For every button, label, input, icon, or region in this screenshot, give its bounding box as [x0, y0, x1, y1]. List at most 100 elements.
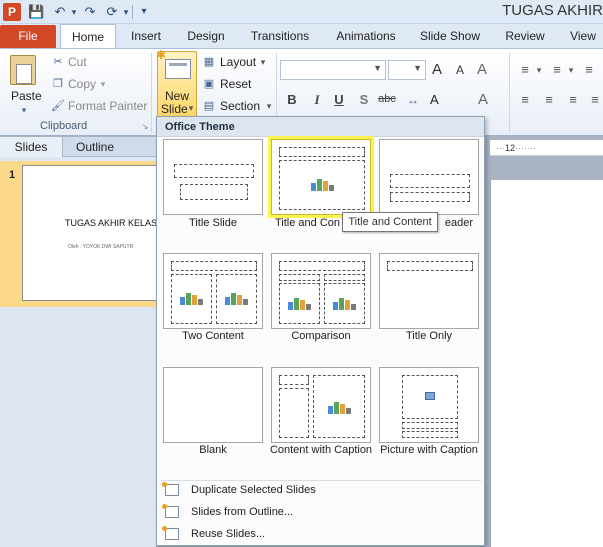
caption-placeholder: [279, 388, 309, 438]
duplicate-slides-label: Duplicate Selected Slides: [191, 484, 316, 496]
customize-quick-access-icon[interactable]: ▾: [136, 4, 152, 20]
caption-placeholder: [402, 431, 458, 438]
italic-button[interactable]: I: [308, 92, 326, 108]
shrink-font-button[interactable]: A: [456, 63, 464, 77]
numbering-icon[interactable]: ≡: [550, 63, 564, 77]
content-placeholder: [279, 160, 365, 210]
numbering-dropdown-icon[interactable]: ▾: [564, 63, 578, 77]
slide-editing-canvas[interactable]: [490, 180, 603, 547]
layout-title-only-label: Title Only: [405, 330, 453, 342]
slides-from-outline-menu-item[interactable]: Slides from Outline...: [157, 501, 484, 523]
paste-button[interactable]: Paste: [11, 89, 42, 103]
align-left-icon[interactable]: ≡: [518, 93, 532, 107]
strikethrough-button[interactable]: abc: [376, 93, 398, 105]
format-painter-button[interactable]: Format Painter: [68, 99, 147, 113]
slide-thumbnail[interactable]: TUGAS AKHIR KELAS Oleh : YOYOK DWI SAPUT…: [22, 165, 157, 301]
layout-button[interactable]: Layout: [220, 55, 256, 69]
tab-animations[interactable]: Animations: [331, 24, 401, 48]
grow-font-button[interactable]: A: [432, 61, 442, 78]
section-dropdown-icon[interactable]: ▾: [262, 99, 276, 113]
tab-slide-show[interactable]: Slide Show: [415, 24, 485, 48]
cut-icon: ✂: [53, 56, 63, 68]
tab-outline[interactable]: Outline: [64, 137, 126, 157]
tab-home[interactable]: Home: [60, 24, 116, 48]
tab-design[interactable]: Design: [180, 24, 232, 48]
undo-dropdown-icon[interactable]: ▾: [66, 4, 82, 20]
picture-icon: [425, 392, 435, 400]
ribbon-tabs: File Home Insert Design Transitions Anim…: [0, 24, 603, 48]
layout-dropdown-icon[interactable]: ▾: [256, 55, 270, 69]
underline-button[interactable]: U: [330, 92, 348, 107]
clear-formatting-button[interactable]: A: [477, 61, 487, 78]
layout-comparison[interactable]: [271, 253, 371, 329]
thumbnail-subtitle: Oleh : YOYOK DWI SAPUTR: [68, 244, 134, 250]
font-size-dropdown-icon[interactable]: ▼: [413, 63, 422, 73]
layout-title-slide[interactable]: [163, 139, 263, 215]
subtitle-placeholder: [180, 184, 248, 200]
section-button[interactable]: Section: [220, 99, 260, 113]
reuse-slides-icon: [162, 526, 179, 540]
layout-blank[interactable]: [163, 367, 263, 443]
reset-button[interactable]: Reset: [220, 77, 251, 91]
powerpoint-logo-icon[interactable]: P: [3, 3, 21, 21]
bullets-icon[interactable]: ≡: [518, 63, 532, 77]
shadow-button[interactable]: S: [355, 92, 373, 107]
new-slide-dropdown-icon[interactable]: ▾: [184, 101, 198, 115]
save-icon[interactable]: 💾: [28, 4, 44, 20]
bold-button[interactable]: B: [283, 92, 301, 107]
tab-slides[interactable]: Slides: [0, 137, 63, 157]
title-placeholder: [387, 261, 473, 271]
text-placeholder: [390, 192, 470, 202]
layout-content-with-caption[interactable]: [271, 367, 371, 443]
paste-icon[interactable]: [10, 55, 36, 85]
decrease-indent-icon[interactable]: ≡: [582, 63, 596, 77]
tab-review[interactable]: Review: [500, 24, 550, 48]
reset-icon: ▣: [203, 78, 215, 90]
font-size-input[interactable]: ▼: [388, 60, 426, 80]
clipboard-group-label: Clipboard: [40, 120, 88, 132]
align-right-icon[interactable]: ≡: [566, 93, 580, 107]
layout-icon: ▦: [203, 56, 215, 68]
title-placeholder: [402, 422, 458, 429]
layout-picture-with-caption[interactable]: [379, 367, 479, 443]
redo-icon[interactable]: ↷: [82, 4, 98, 20]
new-slide-button[interactable]: ✱ New Slide ▾: [156, 48, 198, 117]
clipboard-dialog-launcher-icon[interactable]: ↘: [138, 120, 152, 134]
content-icons: [180, 291, 204, 305]
content-icons: [333, 296, 357, 310]
bullets-dropdown-icon[interactable]: ▾: [532, 63, 546, 77]
tab-transitions[interactable]: Transitions: [243, 24, 317, 48]
character-spacing-icon[interactable]: ↔: [406, 93, 420, 107]
font-name-input[interactable]: ▼: [280, 60, 386, 80]
layout-title-only[interactable]: [379, 253, 479, 329]
cut-button[interactable]: Cut: [68, 55, 87, 69]
duplicate-slides-menu-item[interactable]: Duplicate Selected Slides: [157, 479, 484, 501]
paste-dropdown-icon[interactable]: ▾: [17, 103, 31, 117]
tab-insert[interactable]: Insert: [121, 24, 171, 48]
layout-two-content[interactable]: [163, 253, 263, 329]
layout-picture-with-caption-label: Picture with Caption: [380, 444, 478, 456]
copy-dropdown-icon[interactable]: ▾: [96, 77, 110, 91]
format-painter-icon: 🖌: [51, 100, 65, 112]
title-bar: P 💾 ↶ ▾ ↷ ⟳ ▾ ▾ TUGAS AKHIR: [0, 0, 603, 24]
tab-view[interactable]: View: [563, 24, 603, 48]
font-color-button[interactable]: A: [478, 91, 488, 108]
layout-title-and-content[interactable]: [271, 139, 371, 215]
new-slide-layout-gallery: Office Theme Title Slide Title and Con e…: [156, 116, 485, 546]
left-heading-placeholder: [279, 274, 320, 281]
layout-content-with-caption-label: Content with Caption: [269, 444, 373, 456]
font-name-dropdown-icon[interactable]: ▼: [373, 63, 382, 73]
title-placeholder: [279, 261, 365, 271]
tab-file[interactable]: File: [0, 25, 56, 48]
justify-icon[interactable]: ≡: [588, 93, 602, 107]
group-separator: [509, 53, 510, 133]
reuse-slides-menu-item[interactable]: Reuse Slides...: [157, 523, 484, 545]
layout-section-header[interactable]: [379, 139, 479, 215]
pane-tabs: Slides Outline: [0, 137, 157, 157]
reuse-slides-label: Reuse Slides...: [191, 528, 265, 540]
change-case-button[interactable]: A: [430, 92, 439, 107]
content-placeholder: [313, 375, 365, 438]
copy-button[interactable]: Copy: [68, 77, 96, 91]
align-center-icon[interactable]: ≡: [542, 93, 556, 107]
slide-thumbnail-row[interactable]: 1 TUGAS AKHIR KELAS Oleh : YOYOK DWI SAP…: [0, 161, 157, 307]
